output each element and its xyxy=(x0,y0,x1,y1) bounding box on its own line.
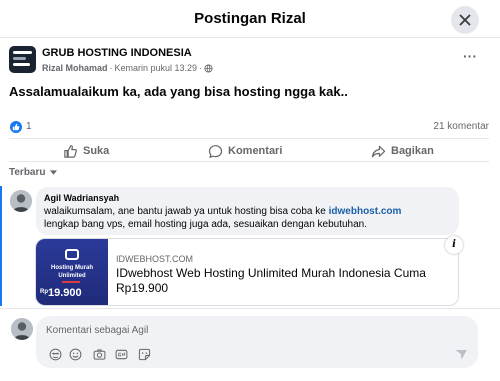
post-text: Assalamualaikum ka, ada yang bisa hostin… xyxy=(9,84,348,99)
comment-sort-dropdown[interactable]: Terbaru xyxy=(9,167,57,178)
share-button[interactable]: Bagikan xyxy=(371,142,434,160)
thumb-price-value: 19.900 xyxy=(48,287,82,299)
share-icon xyxy=(371,145,386,157)
like-button[interactable]: Suka xyxy=(63,142,109,160)
info-button[interactable]: i xyxy=(445,236,463,254)
comment-input[interactable] xyxy=(46,323,446,337)
thumb-strike-line xyxy=(62,281,80,283)
send-icon xyxy=(455,350,467,360)
meta-separator-2: · xyxy=(199,63,203,73)
more-icon: ··· xyxy=(463,48,477,64)
comment-text-part-1: walaikumsalam, ane bantu jawab ya untuk … xyxy=(44,206,329,217)
sticker-button[interactable] xyxy=(137,347,151,361)
thread-indicator xyxy=(0,186,2,306)
link-title: IDwebhost Web Hosting Unlimited Murah In… xyxy=(116,266,426,295)
like-count[interactable]: 1 xyxy=(26,121,32,132)
sort-label: Terbaru xyxy=(9,167,46,178)
person-icon xyxy=(10,190,32,212)
post-options-button[interactable]: ··· xyxy=(459,48,481,67)
current-user-avatar[interactable] xyxy=(11,318,33,340)
gif-button[interactable] xyxy=(114,347,128,361)
link-preview-card[interactable]: Hosting Murah Unlimited Rp19.900 IDWEBHO… xyxy=(35,238,459,306)
link-domain: IDWEBHOST.COM xyxy=(116,254,194,264)
meta-separator: · xyxy=(109,63,113,73)
camera-icon xyxy=(93,348,105,360)
dialog-title: Postingan Rizal xyxy=(194,10,306,27)
camera-button[interactable] xyxy=(92,347,106,361)
dialog-header: Postingan Rizal xyxy=(0,0,500,38)
comment-text: walaikumsalam, ane bantu jawab ya untuk … xyxy=(44,205,451,231)
comment-text-part-2: lengkap bang vps, email hosting juga ada… xyxy=(44,219,368,230)
commenter-avatar[interactable] xyxy=(10,190,32,212)
comment-button[interactable]: Komentari xyxy=(208,142,282,160)
emoji-icon xyxy=(69,348,81,360)
author-link[interactable]: Rizal Mohamad xyxy=(42,63,108,73)
composer-divider xyxy=(0,308,500,309)
close-icon xyxy=(459,14,471,26)
thumb-price: Rp19.900 xyxy=(40,287,82,299)
send-button[interactable] xyxy=(454,347,468,361)
sticker-icon xyxy=(138,348,150,360)
avatar-sticker-icon xyxy=(49,348,61,360)
post-timestamp[interactable]: Kemarin pukul 13.29 xyxy=(115,63,198,73)
link-preview-thumbnail: Hosting Murah Unlimited Rp19.900 xyxy=(36,239,108,305)
thumbs-up-icon xyxy=(12,123,20,131)
comment-bubble: Agil Wadriansyah walaikumsalam, ane bant… xyxy=(36,187,459,235)
caret-down-icon xyxy=(49,170,57,175)
close-button[interactable] xyxy=(451,6,479,34)
comment-composer xyxy=(36,316,478,368)
like-label: Suka xyxy=(83,145,110,157)
info-icon: i xyxy=(452,239,456,250)
comment-label: Komentari xyxy=(228,145,283,157)
thumb-subheadline: Unlimited xyxy=(58,273,86,279)
comment-icon xyxy=(208,144,223,158)
emoji-button[interactable] xyxy=(68,347,82,361)
post-header: GRUB HOSTING INDONESIA Rizal Mohamad · K… xyxy=(9,46,489,78)
thumb-headline: Hosting Murah xyxy=(51,265,93,271)
commenter-name-link[interactable]: Agil Wadriansyah xyxy=(44,193,451,203)
gif-icon xyxy=(115,349,127,359)
globe-icon xyxy=(204,63,213,73)
brand-logo-icon xyxy=(65,249,79,260)
avatar-sticker-button[interactable] xyxy=(48,347,62,361)
group-avatar[interactable] xyxy=(9,46,36,73)
comment-count[interactable]: 21 komentar xyxy=(433,121,489,132)
comment-link[interactable]: idwebhost.com xyxy=(329,206,402,217)
thumb-price-prefix: Rp xyxy=(40,289,48,295)
like-icon xyxy=(64,144,77,158)
group-name-link[interactable]: GRUB HOSTING INDONESIA xyxy=(42,47,192,59)
post-action-bar: Suka Komentari Bagikan xyxy=(9,138,489,162)
like-reaction-icon[interactable] xyxy=(10,121,22,133)
reaction-summary: 1 21 komentar xyxy=(9,120,489,134)
post-meta: Rizal Mohamad · Kemarin pukul 13.29 · xyxy=(42,63,213,73)
person-icon xyxy=(11,318,33,340)
share-label: Bagikan xyxy=(391,145,434,157)
